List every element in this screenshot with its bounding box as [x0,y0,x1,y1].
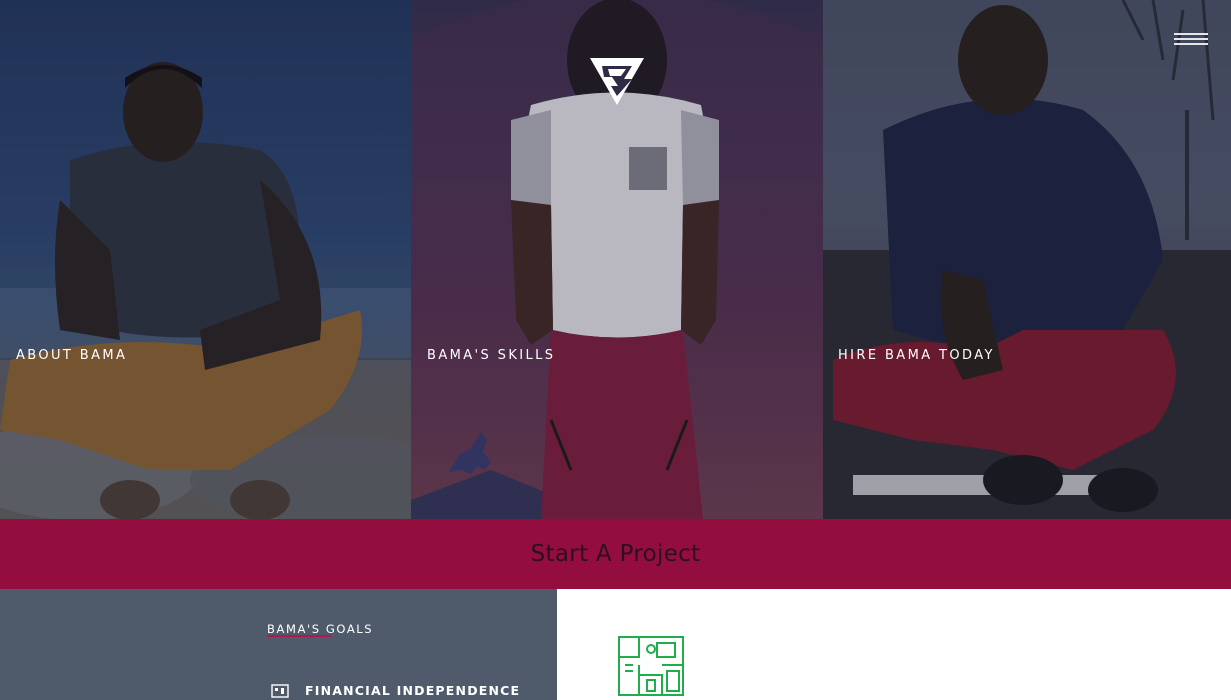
building-icon [271,683,289,698]
hamburger-menu-icon[interactable] [1174,33,1208,47]
skills-label[interactable]: BAMA'S SKILLS [427,348,555,363]
goal-label: FINANCIAL INDEPENDENCE [305,683,521,698]
goals-heading-underline [267,635,331,637]
floor-plan-icon [617,635,685,697]
start-project-label: Start A Project [530,541,701,567]
bama-logo-icon[interactable] [588,55,646,107]
panel-overlay [0,0,411,519]
about-label[interactable]: ABOUT BAMA [16,348,127,363]
hero-section: ABOUT BAMA BAMA'S SKILLS HIRE BAMA TODAY [0,0,1231,519]
hire-label[interactable]: HIRE BAMA TODAY [838,348,995,363]
about-panel[interactable]: ABOUT BAMA [0,0,411,519]
goals-sidebar: BAMA'S GOALS FINANCIAL INDEPENDENCE [0,589,557,700]
panel-overlay [823,0,1231,519]
hire-panel[interactable]: HIRE BAMA TODAY [823,0,1231,519]
start-project-button[interactable]: Start A Project [0,519,1231,589]
goal-item-financial-independence[interactable]: FINANCIAL INDEPENDENCE [271,683,520,698]
goals-heading: BAMA'S GOALS [267,622,374,636]
